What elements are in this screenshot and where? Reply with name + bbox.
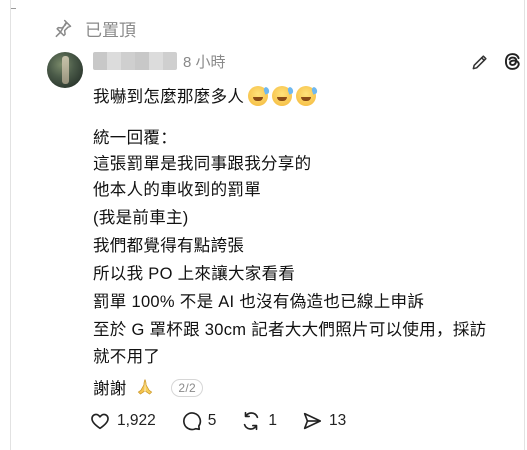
repost-count: 1 — [268, 412, 278, 429]
post-line: 罰單 100% 不是 AI 也沒有偽造也已線上申訴 — [93, 293, 425, 311]
post-line: (我是前車主) — [93, 209, 189, 227]
comment-icon — [182, 412, 201, 431]
post-first-line: 我嚇到怎麼那麼多人 — [93, 83, 319, 107]
thanks-text: 謝謝 — [93, 380, 127, 398]
pinned-label: 已置頂 — [85, 20, 136, 40]
page-indicator: 2/2 — [171, 379, 203, 397]
post-time: 8 小時 — [183, 54, 226, 71]
grinning-sweat-emoji — [296, 86, 319, 106]
post-line: 就不用了 — [93, 348, 161, 366]
grinning-sweat-emoji — [248, 86, 271, 106]
post-line: 所以我 PO 上來讓大家看看 — [93, 265, 296, 283]
edge-mark — [11, 8, 16, 9]
post-line: 我們都覺得有點誇張 — [93, 237, 245, 255]
like-button[interactable]: 1,922 — [89, 410, 156, 432]
avatar[interactable] — [47, 52, 83, 88]
folded-hands-emoji — [137, 379, 152, 395]
send-icon — [303, 412, 322, 430]
post-line: 這張罰單是我同事跟我分享的 — [93, 155, 312, 173]
post-container: 已置頂 8 小時 我嚇到怎麼那麼多人 統一回覆： 這張罰單是我同事跟我分享的 他… — [10, 0, 525, 450]
edit-icon[interactable] — [470, 52, 490, 72]
post-line: 至於 G 罩杯跟 30cm 記者大大們照片可以使用，採訪 — [93, 321, 487, 339]
share-button[interactable]: 13 — [301, 410, 346, 432]
pin-icon — [55, 19, 72, 38]
author-name-redacted[interactable] — [93, 52, 177, 70]
action-bar: 1,922 5 1 13 — [89, 410, 370, 432]
repost-button[interactable]: 1 — [240, 410, 277, 432]
threads-icon[interactable] — [502, 51, 523, 72]
like-count: 1,922 — [117, 412, 156, 429]
heart-icon — [91, 413, 109, 430]
grinning-sweat-emoji — [272, 86, 295, 106]
thanks-line: 謝謝 2/2 — [93, 375, 203, 399]
post-line: 他本人的車收到的罰單 — [93, 181, 261, 199]
post-line: 統一回覆： — [93, 129, 177, 147]
first-line-text: 我嚇到怎麼那麼多人 — [93, 88, 245, 106]
repost-icon — [244, 411, 259, 431]
share-count: 13 — [329, 412, 347, 429]
comment-count: 5 — [207, 412, 217, 429]
comment-button[interactable]: 5 — [180, 410, 217, 432]
pinned-indicator: 已置頂 — [53, 16, 136, 40]
